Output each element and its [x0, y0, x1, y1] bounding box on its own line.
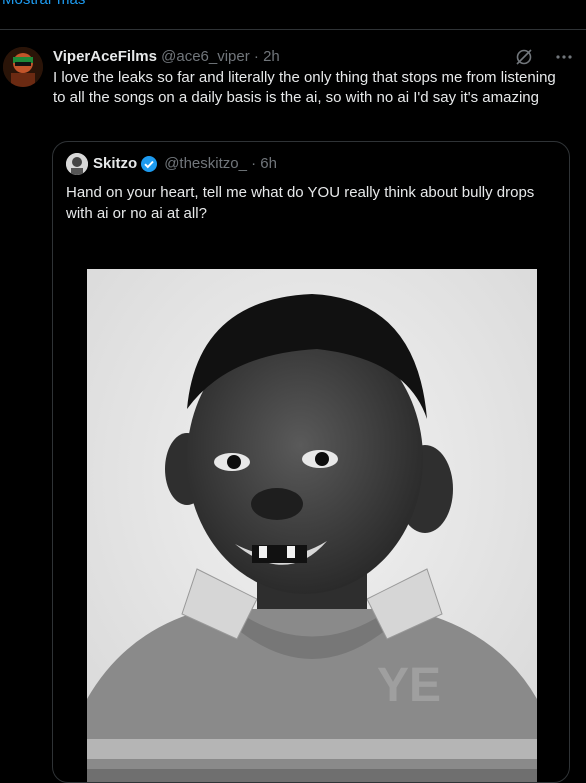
quoted-tweet[interactable]: Skitzo @theskitzo_ · 6h Hand on your hea…	[52, 141, 570, 783]
tweet-header: ViperAceFilms @ace6_viper · 2h	[53, 47, 574, 67]
quoted-username: @theskitzo_	[164, 155, 247, 172]
separator-dot: ·	[251, 155, 257, 172]
quoted-timestamp: 6h	[260, 155, 277, 172]
tweet-actions	[514, 47, 574, 67]
quoted-avatar	[66, 153, 88, 175]
more-icon[interactable]	[554, 47, 574, 67]
quoted-tweet-image[interactable]: YE	[87, 269, 537, 782]
quoted-tweet-header: Skitzo @theskitzo_ · 6h	[66, 153, 277, 175]
image-watermark: YE	[377, 659, 441, 712]
separator-dot: ·	[253, 48, 259, 65]
avatar[interactable]	[3, 47, 43, 87]
tweet-text: I love the leaks so far and literally th…	[53, 69, 556, 106]
verified-badge-icon	[140, 155, 158, 173]
quoted-display-name: Skitzo	[93, 155, 138, 172]
quoted-tweet-text: Hand on your heart, tell me what do YOU …	[66, 184, 535, 222]
reply-tweet[interactable]: ViperAceFilms @ace6_viper · 2h I love th…	[0, 30, 586, 783]
grok-icon[interactable]	[514, 47, 534, 67]
display-name[interactable]: ViperAceFilms	[53, 48, 157, 65]
timestamp[interactable]: 2h	[263, 48, 280, 65]
username[interactable]: @ace6_viper	[161, 48, 250, 65]
show-more-link[interactable]: Mostrar más	[2, 0, 85, 8]
